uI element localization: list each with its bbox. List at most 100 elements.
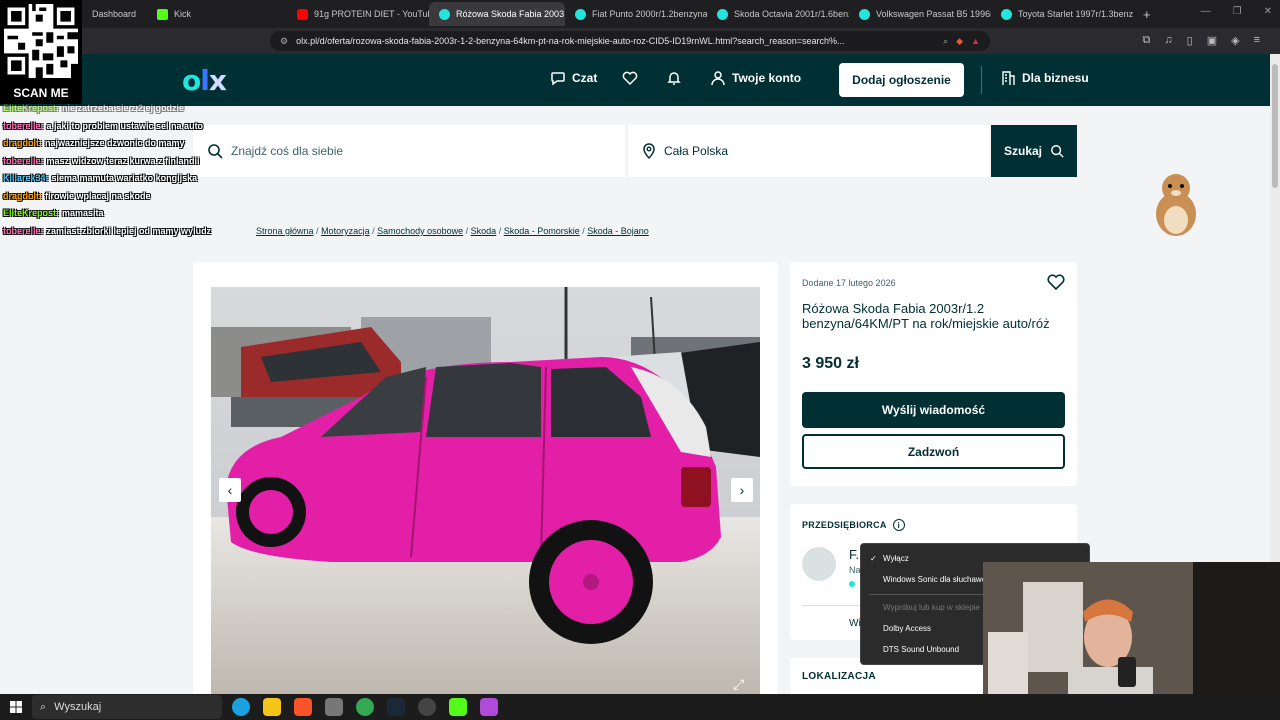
site-info-icon[interactable]: ⚙: [280, 36, 288, 47]
user-icon: [711, 71, 725, 86]
tab-kick[interactable]: Kick: [147, 2, 287, 26]
chat-link[interactable]: Czat: [550, 70, 597, 86]
favorite-heart-icon[interactable]: [1046, 272, 1066, 292]
post-ad-button[interactable]: Dodaj ogłoszenie: [839, 63, 964, 97]
window-controls: — ❐ ✕: [1201, 6, 1272, 17]
terminal-icon[interactable]: [325, 698, 343, 716]
chat-message: dragdolt: firowie wplacaj na skode: [3, 188, 253, 206]
tab-label: Dashboard: [92, 9, 137, 19]
chat-text: zamiast zbiorki lepiej od mamy wyludz: [46, 225, 212, 236]
olx-icon: [439, 8, 450, 20]
chat-user: EliteKrepost:: [3, 208, 60, 218]
chat-message: toberelle: masz widzow teraz kurwa z finl…: [3, 153, 253, 171]
windows-start-icon[interactable]: [10, 701, 22, 713]
taskbar-search[interactable]: ⌕ Wyszukaj: [32, 695, 222, 719]
tab-toyota-starlet[interactable]: Toyota Starlet 1997r/1.3benzy: [991, 2, 1133, 26]
tab-skoda-octavia[interactable]: Skoda Octavia 2001r/1.6benzy: [707, 2, 849, 26]
chat-user: toberelle:: [3, 155, 44, 166]
url-field[interactable]: ⚙ olx.pl/d/oferta/rozowa-skoda-fabia-200…: [270, 31, 990, 51]
restore-icon[interactable]: ❐: [1233, 6, 1242, 17]
zoom-icon[interactable]: ⌕: [943, 36, 948, 47]
tab-youtube[interactable]: 91g PROTEIN DIET - YouTube: [287, 2, 429, 26]
menu-icon[interactable]: ≡: [1254, 34, 1260, 47]
menu-item-dolby[interactable]: Dolby Access: [883, 624, 931, 633]
info-icon[interactable]: i: [892, 519, 905, 531]
listing-title: Różowa Skoda Fabia 2003r/1.2 benzyna/64K…: [802, 301, 1050, 331]
next-photo-button[interactable]: ›: [731, 478, 753, 502]
send-message-button[interactable]: Wyślij wiadomość: [802, 392, 1065, 428]
brave-shield-icon[interactable]: ◆: [956, 36, 963, 47]
olx-logo[interactable]: olx: [182, 64, 227, 97]
breadcrumb-item[interactable]: Skoda - Bojano: [587, 226, 649, 236]
steam-icon[interactable]: [387, 698, 405, 716]
chat-text: mamasita: [62, 208, 104, 218]
chat-user: dragdolt:: [3, 138, 42, 148]
tab-skoda-fabia[interactable]: Różowa Skoda Fabia 2003✕: [429, 2, 565, 26]
extensions-icon[interactable]: ⧉: [1143, 34, 1151, 47]
menu-item-store: Wypróbuj lub kup w sklepie: [883, 603, 980, 612]
taskbar-apps: [232, 698, 498, 716]
chat-user: Kiliarek34:: [3, 173, 49, 183]
youtube-icon: [297, 8, 308, 20]
account-link[interactable]: Twoje konto: [710, 70, 801, 86]
tab-vw-passat[interactable]: Volkswagen Passat B5 1996r/1: [849, 2, 991, 26]
app-icon[interactable]: [480, 698, 498, 716]
chat-text: nie zatrzeba sie z 2 ej godzie: [62, 103, 185, 113]
location-pin-icon: [643, 143, 655, 159]
wallet-icon[interactable]: ▣: [1207, 34, 1217, 47]
chrome-icon[interactable]: [356, 698, 374, 716]
kick-app-icon[interactable]: [449, 698, 467, 716]
file-explorer-icon[interactable]: [263, 698, 281, 716]
breadcrumb-item[interactable]: Samochody osobowe: [377, 226, 463, 236]
url-text[interactable]: olx.pl/d/oferta/rozowa-skoda-fabia-2003r…: [296, 36, 935, 46]
tab-label: 91g PROTEIN DIET - YouTube: [314, 9, 429, 19]
vpn-icon[interactable]: ◈: [1231, 34, 1239, 47]
logo-letter: x: [208, 64, 227, 97]
chat-user: toberelle:: [3, 120, 44, 131]
tab-label: Toyota Starlet 1997r/1.3benzy: [1018, 9, 1133, 19]
media-icon[interactable]: ♫: [1164, 34, 1172, 47]
posted-date: Dodane 17 lutego 2026: [802, 278, 896, 288]
notifications-link[interactable]: [666, 70, 682, 86]
tab-fiat-punto[interactable]: Fiat Punto 2000r/1.2benzyna/: [565, 2, 707, 26]
location-input[interactable]: Cała Polska: [628, 125, 990, 177]
tab-dashboard[interactable]: Dashboard: [82, 2, 147, 26]
chat-message: Kiliarek34: siema mamuta wariatko kongijs…: [3, 170, 253, 188]
business-link[interactable]: Dla biznesu: [1000, 70, 1089, 86]
menu-item-dts[interactable]: DTS Sound Unbound: [883, 645, 959, 654]
close-window-icon[interactable]: ✕: [1264, 6, 1272, 17]
edge-icon[interactable]: [232, 698, 250, 716]
online-status-dot: [849, 581, 855, 587]
seller-avatar: [802, 547, 836, 581]
minimize-icon[interactable]: —: [1201, 6, 1211, 17]
favorites-link[interactable]: [622, 70, 638, 86]
search-button[interactable]: Szukaj: [991, 125, 1077, 177]
scan-me-label: SCAN ME: [13, 86, 69, 100]
menu-item-off[interactable]: Wyłącz: [883, 554, 909, 563]
new-tab-button[interactable]: +: [1133, 2, 1161, 26]
menu-item-windows-sonic[interactable]: Windows Sonic dla słuchawek: [883, 575, 990, 584]
breadcrumb-item[interactable]: Motoryzacja: [321, 226, 370, 236]
seller-since: Na: [849, 565, 861, 575]
chat-user: toberelle:: [3, 225, 44, 236]
rewards-icon[interactable]: ▲: [971, 36, 980, 46]
brave-icon[interactable]: [294, 698, 312, 716]
obs-icon[interactable]: [418, 698, 436, 716]
search-input[interactable]: Znajdź coś dla siebie: [193, 125, 625, 177]
fullscreen-icon[interactable]: ⤢: [733, 676, 751, 694]
breadcrumb-item[interactable]: Strona główna: [256, 226, 314, 236]
call-button[interactable]: Zadzwoń: [802, 434, 1065, 469]
seller-more-link[interactable]: Wi: [849, 618, 861, 629]
webcam-feed: [983, 562, 1280, 694]
heart-icon: [622, 71, 638, 86]
search-button-label: Szukaj: [1003, 144, 1042, 158]
chevron-left-icon: ‹: [227, 482, 233, 498]
scroll-thumb[interactable]: [1272, 64, 1278, 188]
prev-photo-button[interactable]: ‹: [219, 478, 241, 502]
tab-label: Volkswagen Passat B5 1996r/1: [876, 9, 991, 19]
breadcrumb-item[interactable]: Skoda - Pomorskie: [504, 226, 580, 236]
breadcrumb-item[interactable]: Skoda: [471, 226, 497, 236]
sidebar-icon[interactable]: ▯: [1187, 34, 1193, 47]
listing-photo[interactable]: [211, 287, 760, 697]
address-bar-row: ⚙ olx.pl/d/oferta/rozowa-skoda-fabia-200…: [0, 28, 1280, 54]
